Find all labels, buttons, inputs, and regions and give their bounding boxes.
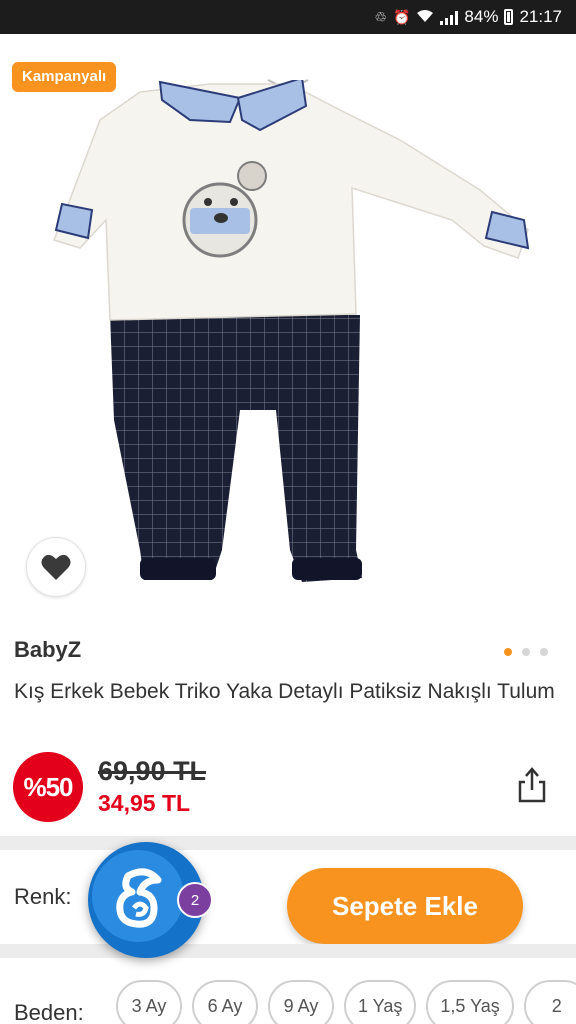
signal-icon <box>440 9 459 25</box>
heart-icon <box>41 554 71 580</box>
color-label: Renk: <box>14 884 72 909</box>
pager-dot[interactable] <box>540 648 548 656</box>
add-to-cart-button[interactable]: Sepete Ekle <box>287 868 523 944</box>
campaign-badge: Kampanyalı <box>12 62 117 92</box>
battery-icon <box>504 9 514 25</box>
size-chip-1-5-yas[interactable]: 1,5 Yaş <box>426 980 514 1024</box>
brand-name[interactable]: BabyZ <box>14 637 81 663</box>
size-options: 3 Ay 6 Ay 9 Ay 1 Yaş 1,5 Yaş 2 <box>116 980 576 1024</box>
status-bar: ♲ ⏰ 84% 21:17 <box>0 0 576 34</box>
product-photo <box>53 80 530 582</box>
size-chip-9-ay[interactable]: 9 Ay <box>268 980 334 1024</box>
size-chip-6-ay[interactable]: 6 Ay <box>192 980 258 1024</box>
share-icon[interactable] <box>517 766 547 804</box>
new-price: 34,95 TL <box>98 790 191 816</box>
section-divider <box>0 836 576 850</box>
size-chip-2[interactable]: 2 <box>523 980 576 1024</box>
wifi-icon <box>416 9 434 26</box>
battery-percent: 84% <box>464 7 499 26</box>
chat-unread-badge: 2 <box>177 882 213 918</box>
product-title: Kış Erkek Bebek Triko Yaka Detaylı Patik… <box>14 680 555 703</box>
pager-dot[interactable] <box>522 648 530 656</box>
alarm-icon: ⏰ <box>392 8 411 25</box>
size-chip-3-ay[interactable]: 3 Ay <box>116 980 182 1024</box>
discount-badge: %50 <box>13 752 83 822</box>
product-detail-screen: ♲ ⏰ 84% 21:17 Kampanyalı BabyZ Kış Erkek… <box>0 0 576 1024</box>
pager-dot[interactable] <box>504 648 512 656</box>
clock: 21:17 <box>519 7 562 26</box>
old-price: 69,90 TL <box>98 756 207 786</box>
section-divider <box>0 944 576 958</box>
favorite-button[interactable] <box>26 537 86 597</box>
size-chip-1-yas[interactable]: 1 Yaş <box>344 980 417 1024</box>
image-pager <box>504 648 548 656</box>
size-label: Beden: <box>14 1000 84 1024</box>
sync-icon: ♲ <box>374 8 387 25</box>
